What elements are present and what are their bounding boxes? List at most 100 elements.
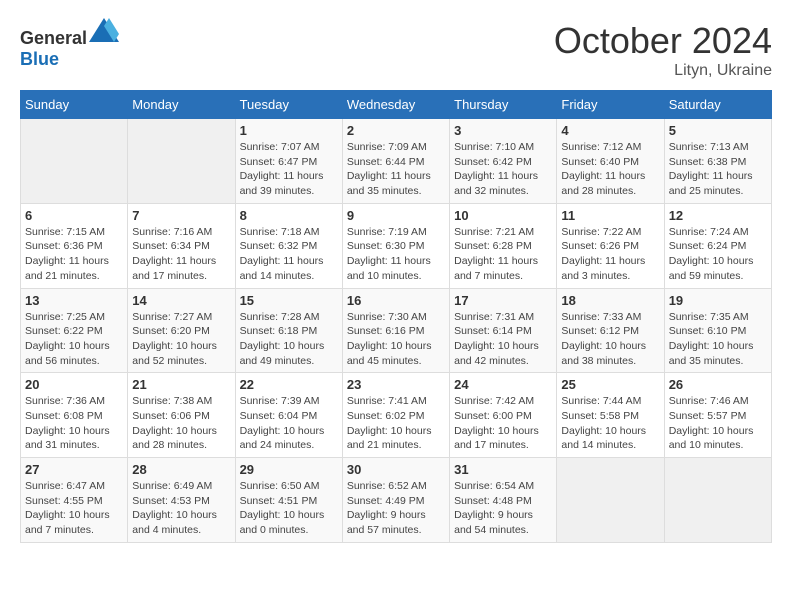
calendar-cell: 12 Sunrise: 7:24 AMSunset: 6:24 PMDayligh…	[664, 203, 771, 288]
calendar-cell: 24 Sunrise: 7:42 AMSunset: 6:00 PMDayligh…	[450, 373, 557, 458]
calendar-cell: 16Sunrise: 7:30 AMSunset: 6:16 PMDayligh…	[342, 288, 449, 373]
calendar-week: 1 Sunrise: 7:07 AMSunset: 6:47 PMDaylight…	[21, 119, 772, 204]
day-number: 12	[669, 208, 767, 223]
day-info: Sunrise: 7:28 AMSunset: 6:18 PMDaylight:…	[240, 310, 338, 369]
header-day: Sunday	[21, 91, 128, 119]
day-number: 25	[561, 377, 659, 392]
day-number: 27	[25, 462, 123, 477]
calendar-header: SundayMondayTuesdayWednesdayThursdayFrid…	[21, 91, 772, 119]
calendar-body: 1 Sunrise: 7:07 AMSunset: 6:47 PMDaylight…	[21, 119, 772, 543]
logo-blue: Blue	[20, 49, 59, 69]
day-info: Sunrise: 7:19 AMSunset: 6:30 PMDaylight:…	[347, 225, 445, 284]
title-section: October 2024 Lityn, Ukraine	[554, 20, 772, 80]
calendar-cell: 8 Sunrise: 7:18 AMSunset: 6:32 PMDaylight…	[235, 203, 342, 288]
header-day: Tuesday	[235, 91, 342, 119]
day-number: 7	[132, 208, 230, 223]
calendar-cell: 17 Sunrise: 7:31 AMSunset: 6:14 PMDayligh…	[450, 288, 557, 373]
calendar-table: SundayMondayTuesdayWednesdayThursdayFrid…	[20, 90, 772, 543]
calendar-cell: 31 Sunrise: 6:54 AMSunset: 4:48 PMDayligh…	[450, 458, 557, 543]
header-row: SundayMondayTuesdayWednesdayThursdayFrid…	[21, 91, 772, 119]
page-header: General Blue October 2024 Lityn, Ukraine	[20, 20, 772, 80]
day-number: 19	[669, 293, 767, 308]
day-number: 13	[25, 293, 123, 308]
logo-general: General	[20, 28, 87, 48]
day-info: Sunrise: 7:09 AMSunset: 6:44 PMDaylight:…	[347, 140, 445, 199]
header-day: Thursday	[450, 91, 557, 119]
day-info: Sunrise: 7:13 AMSunset: 6:38 PMDaylight:…	[669, 140, 767, 199]
calendar-cell: 15 Sunrise: 7:28 AMSunset: 6:18 PMDayligh…	[235, 288, 342, 373]
day-number: 8	[240, 208, 338, 223]
day-number: 11	[561, 208, 659, 223]
day-info: Sunrise: 7:31 AMSunset: 6:14 PMDaylight:…	[454, 310, 552, 369]
day-number: 1	[240, 123, 338, 138]
calendar-cell: 10 Sunrise: 7:21 AMSunset: 6:28 PMDayligh…	[450, 203, 557, 288]
day-info: Sunrise: 7:12 AMSunset: 6:40 PMDaylight:…	[561, 140, 659, 199]
header-day: Friday	[557, 91, 664, 119]
day-number: 15	[240, 293, 338, 308]
calendar-week: 20Sunrise: 7:36 AMSunset: 6:08 PMDayligh…	[21, 373, 772, 458]
day-number: 31	[454, 462, 552, 477]
calendar-week: 13 Sunrise: 7:25 AMSunset: 6:22 PMDayligh…	[21, 288, 772, 373]
day-info: Sunrise: 7:18 AMSunset: 6:32 PMDaylight:…	[240, 225, 338, 284]
calendar-cell: 29Sunrise: 6:50 AMSunset: 4:51 PMDayligh…	[235, 458, 342, 543]
logo-icon	[89, 18, 119, 42]
day-number: 24	[454, 377, 552, 392]
day-number: 14	[132, 293, 230, 308]
day-info: Sunrise: 7:21 AMSunset: 6:28 PMDaylight:…	[454, 225, 552, 284]
day-info: Sunrise: 7:10 AMSunset: 6:42 PMDaylight:…	[454, 140, 552, 199]
day-info: Sunrise: 6:47 AMSunset: 4:55 PMDaylight:…	[25, 479, 123, 538]
header-day: Saturday	[664, 91, 771, 119]
calendar-cell: 7Sunrise: 7:16 AMSunset: 6:34 PMDaylight…	[128, 203, 235, 288]
day-info: Sunrise: 7:46 AMSunset: 5:57 PMDaylight:…	[669, 394, 767, 453]
day-info: Sunrise: 7:39 AMSunset: 6:04 PMDaylight:…	[240, 394, 338, 453]
day-number: 21	[132, 377, 230, 392]
day-info: Sunrise: 7:15 AMSunset: 6:36 PMDaylight:…	[25, 225, 123, 284]
day-info: Sunrise: 7:25 AMSunset: 6:22 PMDaylight:…	[25, 310, 123, 369]
day-info: Sunrise: 7:07 AMSunset: 6:47 PMDaylight:…	[240, 140, 338, 199]
calendar-cell: 23 Sunrise: 7:41 AMSunset: 6:02 PMDayligh…	[342, 373, 449, 458]
calendar-cell	[664, 458, 771, 543]
calendar-cell: 27 Sunrise: 6:47 AMSunset: 4:55 PMDayligh…	[21, 458, 128, 543]
calendar-cell: 22 Sunrise: 7:39 AMSunset: 6:04 PMDayligh…	[235, 373, 342, 458]
calendar-cell: 11 Sunrise: 7:22 AMSunset: 6:26 PMDayligh…	[557, 203, 664, 288]
calendar-cell: 2 Sunrise: 7:09 AMSunset: 6:44 PMDaylight…	[342, 119, 449, 204]
day-info: Sunrise: 6:52 AMSunset: 4:49 PMDaylight:…	[347, 479, 445, 538]
day-number: 30	[347, 462, 445, 477]
day-info: Sunrise: 7:35 AMSunset: 6:10 PMDaylight:…	[669, 310, 767, 369]
day-info: Sunrise: 7:24 AMSunset: 6:24 PMDaylight:…	[669, 225, 767, 284]
day-info: Sunrise: 7:42 AMSunset: 6:00 PMDaylight:…	[454, 394, 552, 453]
day-number: 28	[132, 462, 230, 477]
calendar-cell: 30 Sunrise: 6:52 AMSunset: 4:49 PMDayligh…	[342, 458, 449, 543]
header-day: Wednesday	[342, 91, 449, 119]
calendar-cell	[557, 458, 664, 543]
calendar-cell: 28Sunrise: 6:49 AMSunset: 4:53 PMDayligh…	[128, 458, 235, 543]
day-number: 5	[669, 123, 767, 138]
day-info: Sunrise: 6:54 AMSunset: 4:48 PMDaylight:…	[454, 479, 552, 538]
day-info: Sunrise: 7:41 AMSunset: 6:02 PMDaylight:…	[347, 394, 445, 453]
day-number: 17	[454, 293, 552, 308]
day-number: 23	[347, 377, 445, 392]
day-number: 10	[454, 208, 552, 223]
calendar-cell	[128, 119, 235, 204]
calendar-cell: 3Sunrise: 7:10 AMSunset: 6:42 PMDaylight…	[450, 119, 557, 204]
calendar-cell: 6Sunrise: 7:15 AMSunset: 6:36 PMDaylight…	[21, 203, 128, 288]
calendar-cell: 25Sunrise: 7:44 AMSunset: 5:58 PMDayligh…	[557, 373, 664, 458]
header-day: Monday	[128, 91, 235, 119]
calendar-cell: 19 Sunrise: 7:35 AMSunset: 6:10 PMDayligh…	[664, 288, 771, 373]
day-info: Sunrise: 7:33 AMSunset: 6:12 PMDaylight:…	[561, 310, 659, 369]
day-number: 22	[240, 377, 338, 392]
calendar-cell: 9Sunrise: 7:19 AMSunset: 6:30 PMDaylight…	[342, 203, 449, 288]
logo: General Blue	[20, 20, 119, 70]
day-info: Sunrise: 7:27 AMSunset: 6:20 PMDaylight:…	[132, 310, 230, 369]
day-number: 2	[347, 123, 445, 138]
calendar-cell: 18 Sunrise: 7:33 AMSunset: 6:12 PMDayligh…	[557, 288, 664, 373]
calendar-cell: 26 Sunrise: 7:46 AMSunset: 5:57 PMDayligh…	[664, 373, 771, 458]
day-info: Sunrise: 7:22 AMSunset: 6:26 PMDaylight:…	[561, 225, 659, 284]
calendar-cell: 14 Sunrise: 7:27 AMSunset: 6:20 PMDayligh…	[128, 288, 235, 373]
day-number: 26	[669, 377, 767, 392]
calendar-cell: 13 Sunrise: 7:25 AMSunset: 6:22 PMDayligh…	[21, 288, 128, 373]
day-number: 18	[561, 293, 659, 308]
day-number: 16	[347, 293, 445, 308]
calendar-week: 6Sunrise: 7:15 AMSunset: 6:36 PMDaylight…	[21, 203, 772, 288]
location-title: Lityn, Ukraine	[554, 62, 772, 80]
